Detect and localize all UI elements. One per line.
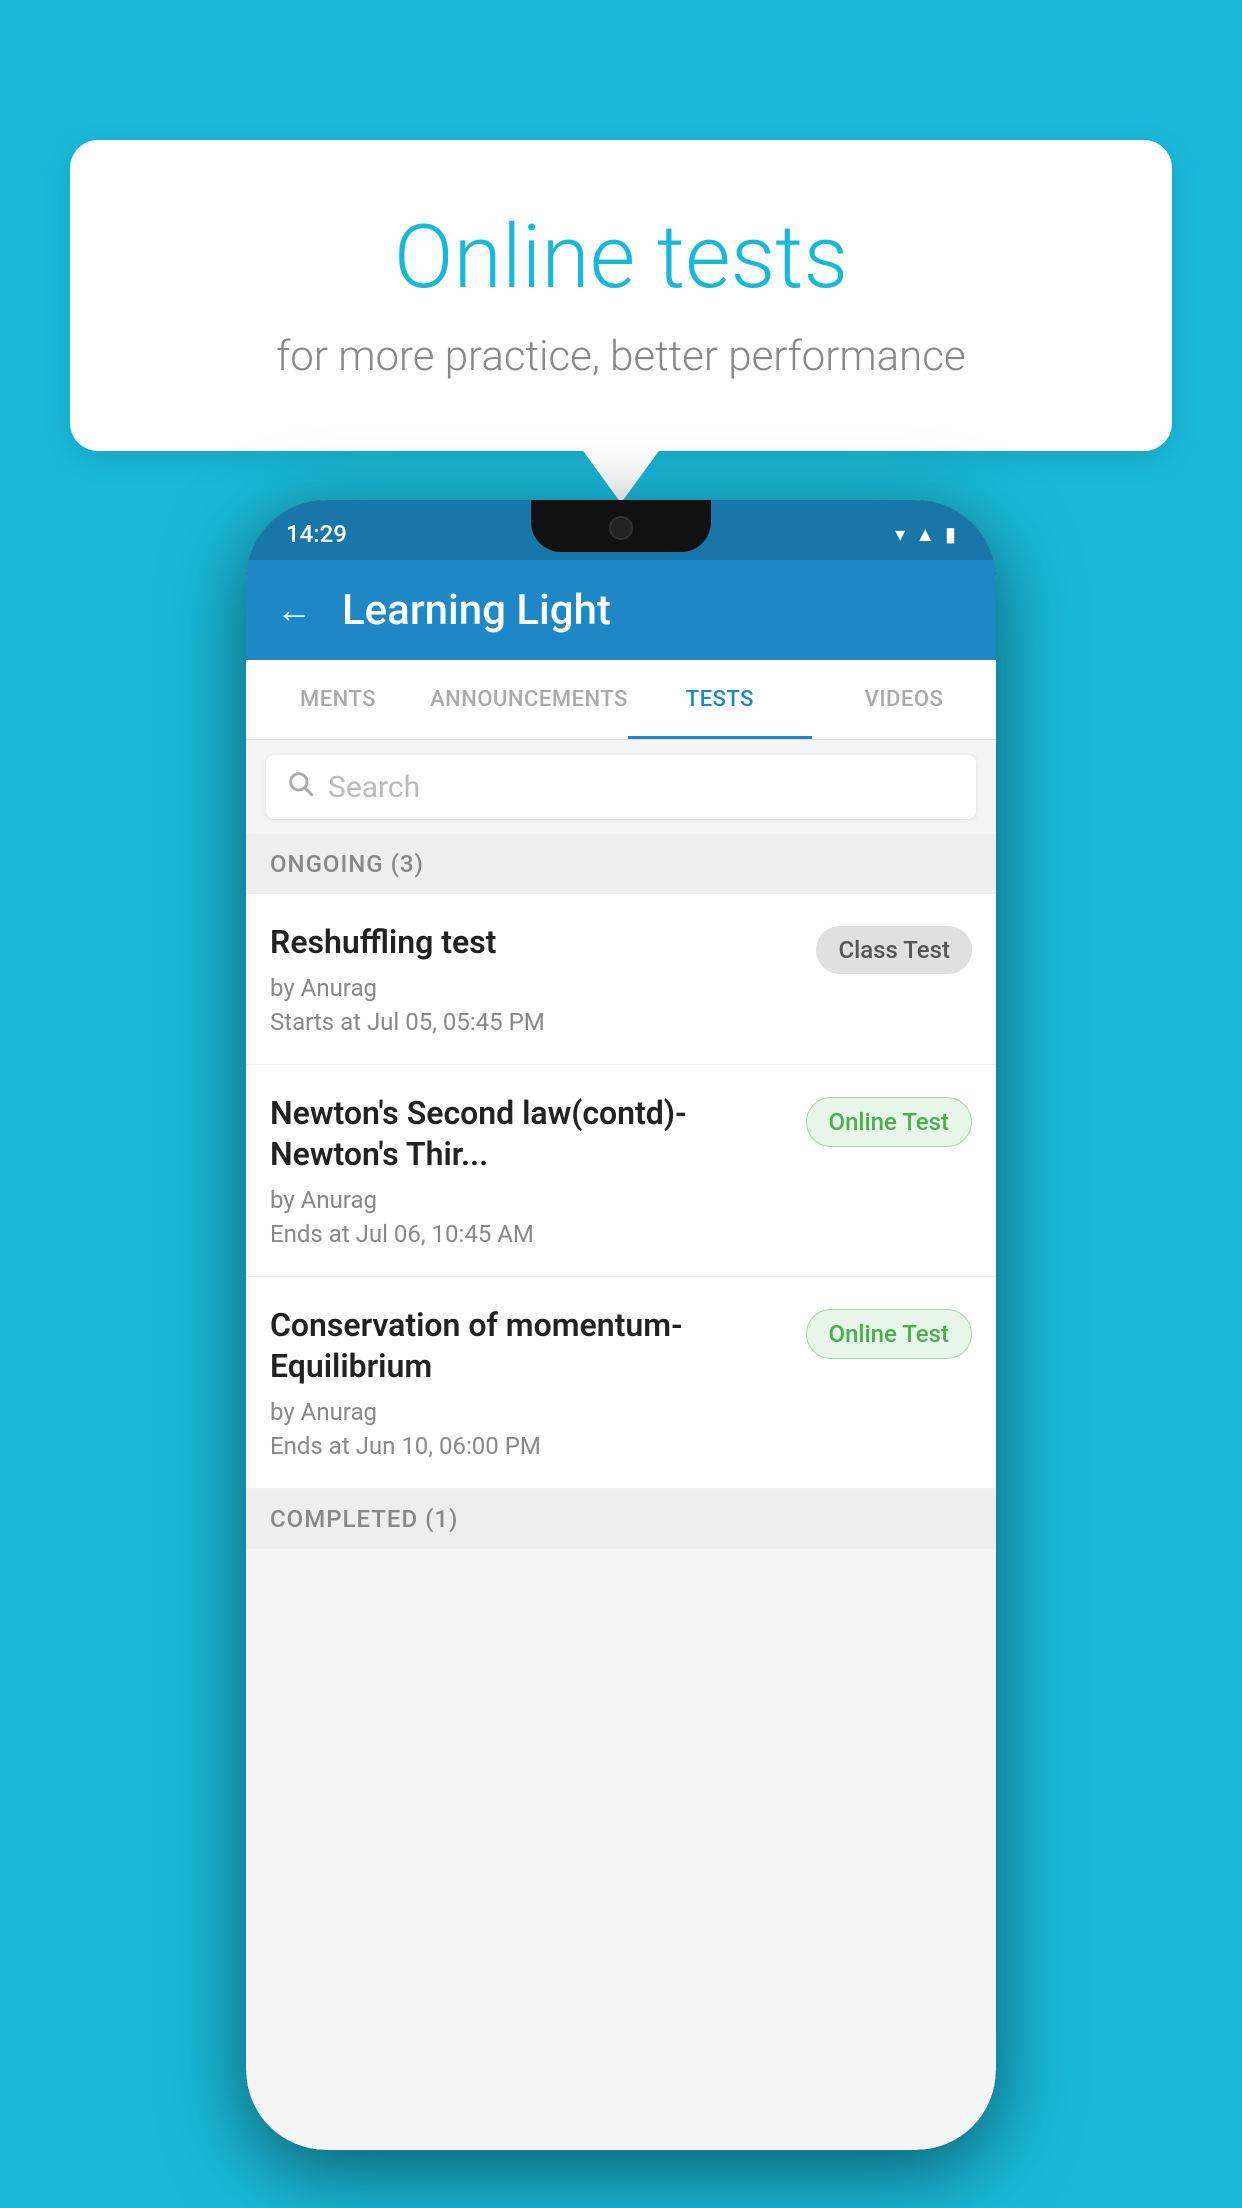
search-placeholder[interactable]: Search	[328, 770, 420, 805]
test-time-2: Ends at Jul 06, 10:45 AM	[270, 1220, 786, 1248]
bubble-title: Online tests	[130, 210, 1112, 307]
test-time-1: Starts at Jul 05, 05:45 PM	[270, 1008, 796, 1036]
test-time-3: Ends at Jun 10, 06:00 PM	[270, 1432, 786, 1460]
tab-tests[interactable]: TESTS	[628, 660, 812, 739]
test-item-3[interactable]: Conservation of momentum-Equilibrium by …	[246, 1277, 996, 1489]
completed-label: COMPLETED (1)	[270, 1505, 458, 1533]
test-badge-2: Online Test	[806, 1097, 972, 1147]
bubble-subtitle: for more practice, better performance	[130, 332, 1112, 381]
test-item-2[interactable]: Newton's Second law(contd)-Newton's Thir…	[246, 1065, 996, 1277]
battery-icon: ▮	[945, 522, 956, 546]
search-input-wrapper[interactable]: Search	[266, 755, 976, 819]
tab-videos[interactable]: VIDEOS	[812, 660, 996, 739]
speech-bubble-wrapper: Online tests for more practice, better p…	[70, 140, 1172, 451]
test-badge-3: Online Test	[806, 1309, 972, 1359]
search-bar: Search	[246, 740, 996, 834]
status-icons: ▾ ▲ ▮	[895, 522, 956, 547]
test-info-2: Newton's Second law(contd)-Newton's Thir…	[270, 1093, 786, 1248]
phone-frame: 14:29 ▾ ▲ ▮ ← Learning Light MENTS ANNOU…	[246, 500, 996, 2150]
status-time: 14:29	[286, 520, 347, 548]
test-by-3: by Anurag	[270, 1398, 786, 1426]
tab-announcements[interactable]: ANNOUNCEMENTS	[430, 660, 628, 739]
tab-bar: MENTS ANNOUNCEMENTS TESTS VIDEOS	[246, 660, 996, 740]
completed-section-header: COMPLETED (1)	[246, 1489, 996, 1549]
app-title: Learning Light	[342, 586, 611, 635]
back-button[interactable]: ←	[276, 589, 312, 631]
search-icon	[286, 769, 314, 805]
ongoing-label: ONGOING (3)	[270, 850, 424, 878]
app-bar: ← Learning Light	[246, 560, 996, 660]
speech-bubble: Online tests for more practice, better p…	[70, 140, 1172, 451]
test-by-1: by Anurag	[270, 974, 796, 1002]
tab-ments[interactable]: MENTS	[246, 660, 430, 739]
phone-notch	[531, 500, 711, 552]
test-by-2: by Anurag	[270, 1186, 786, 1214]
test-info-1: Reshuffling test by Anurag Starts at Jul…	[270, 922, 796, 1036]
ongoing-section-header: ONGOING (3)	[246, 834, 996, 894]
test-name-2: Newton's Second law(contd)-Newton's Thir…	[270, 1093, 786, 1176]
test-name-1: Reshuffling test	[270, 922, 796, 964]
test-name-3: Conservation of momentum-Equilibrium	[270, 1305, 786, 1388]
test-info-3: Conservation of momentum-Equilibrium by …	[270, 1305, 786, 1460]
phone-camera	[609, 516, 633, 540]
test-list: Reshuffling test by Anurag Starts at Jul…	[246, 894, 996, 1489]
phone-screen: 14:29 ▾ ▲ ▮ ← Learning Light MENTS ANNOU…	[246, 500, 996, 2150]
test-badge-1: Class Test	[816, 926, 972, 974]
test-item-1[interactable]: Reshuffling test by Anurag Starts at Jul…	[246, 894, 996, 1065]
wifi-icon: ▾	[895, 522, 905, 546]
signal-icon: ▲	[915, 522, 935, 547]
